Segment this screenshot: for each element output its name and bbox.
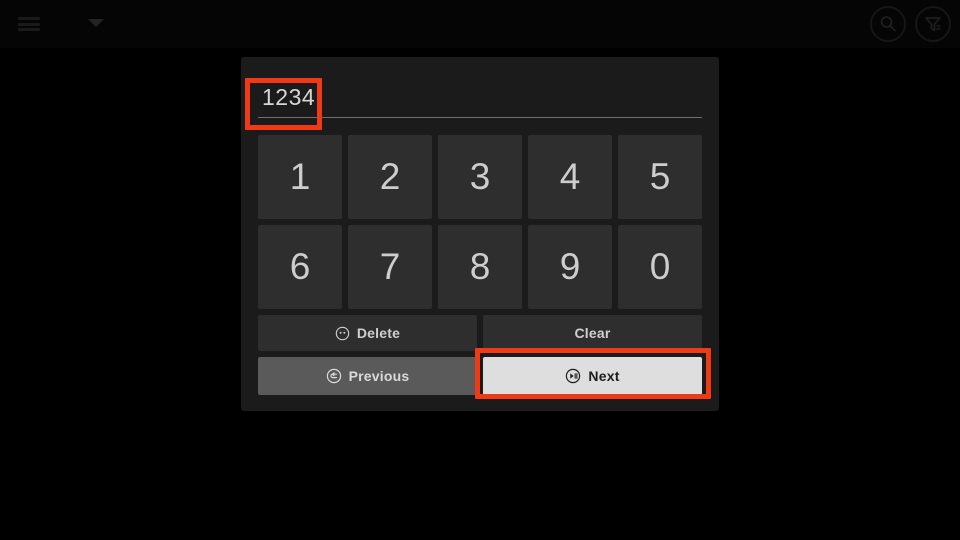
search-icon[interactable]	[870, 6, 906, 42]
primary-action-row: Previous Next	[258, 357, 702, 395]
pin-input-value[interactable]: 1234	[262, 81, 315, 113]
hamburger-bar	[18, 28, 40, 32]
chevron-down-glyph	[88, 19, 104, 27]
key-3[interactable]: 3	[438, 135, 522, 219]
key-0[interactable]: 0	[618, 225, 702, 309]
filter-icon-circle	[915, 6, 951, 42]
clear-button-label: Clear	[574, 325, 611, 341]
hamburger-bar	[18, 22, 40, 26]
secondary-action-row: Delete Clear	[258, 315, 702, 351]
pin-input-row[interactable]: 1234	[258, 81, 702, 119]
key-1[interactable]: 1	[258, 135, 342, 219]
key-2[interactable]: 2	[348, 135, 432, 219]
key-4[interactable]: 4	[528, 135, 612, 219]
key-9[interactable]: 9	[528, 225, 612, 309]
circle-back-arrow-icon	[326, 368, 342, 384]
clear-button[interactable]: Clear	[483, 315, 702, 351]
hamburger-menu-icon[interactable]	[14, 9, 44, 39]
key-8[interactable]: 8	[438, 225, 522, 309]
filter-icon[interactable]	[915, 6, 951, 42]
search-icon-circle	[870, 6, 906, 42]
delete-button[interactable]: Delete	[258, 315, 477, 351]
chevron-down-icon[interactable]	[86, 15, 106, 31]
key-5[interactable]: 5	[618, 135, 702, 219]
circle-play-pause-icon	[565, 368, 581, 384]
pin-input-underline	[258, 117, 702, 118]
next-button[interactable]: Next	[483, 357, 702, 395]
numeric-keypad: 1 2 3 4 5 6 7 8 9 0	[258, 135, 702, 309]
pin-entry-dialog: 1234 1 2 3 4 5 6 7 8 9 0 Delete Clear Pr…	[241, 57, 719, 411]
circle-dots-icon	[335, 326, 350, 341]
key-7[interactable]: 7	[348, 225, 432, 309]
key-6[interactable]: 6	[258, 225, 342, 309]
previous-button-label: Previous	[348, 368, 410, 384]
hamburger-bar	[18, 16, 40, 20]
next-button-label: Next	[588, 368, 620, 384]
delete-button-label: Delete	[356, 325, 401, 341]
previous-button[interactable]: Previous	[258, 357, 477, 395]
top-bar	[0, 0, 960, 48]
